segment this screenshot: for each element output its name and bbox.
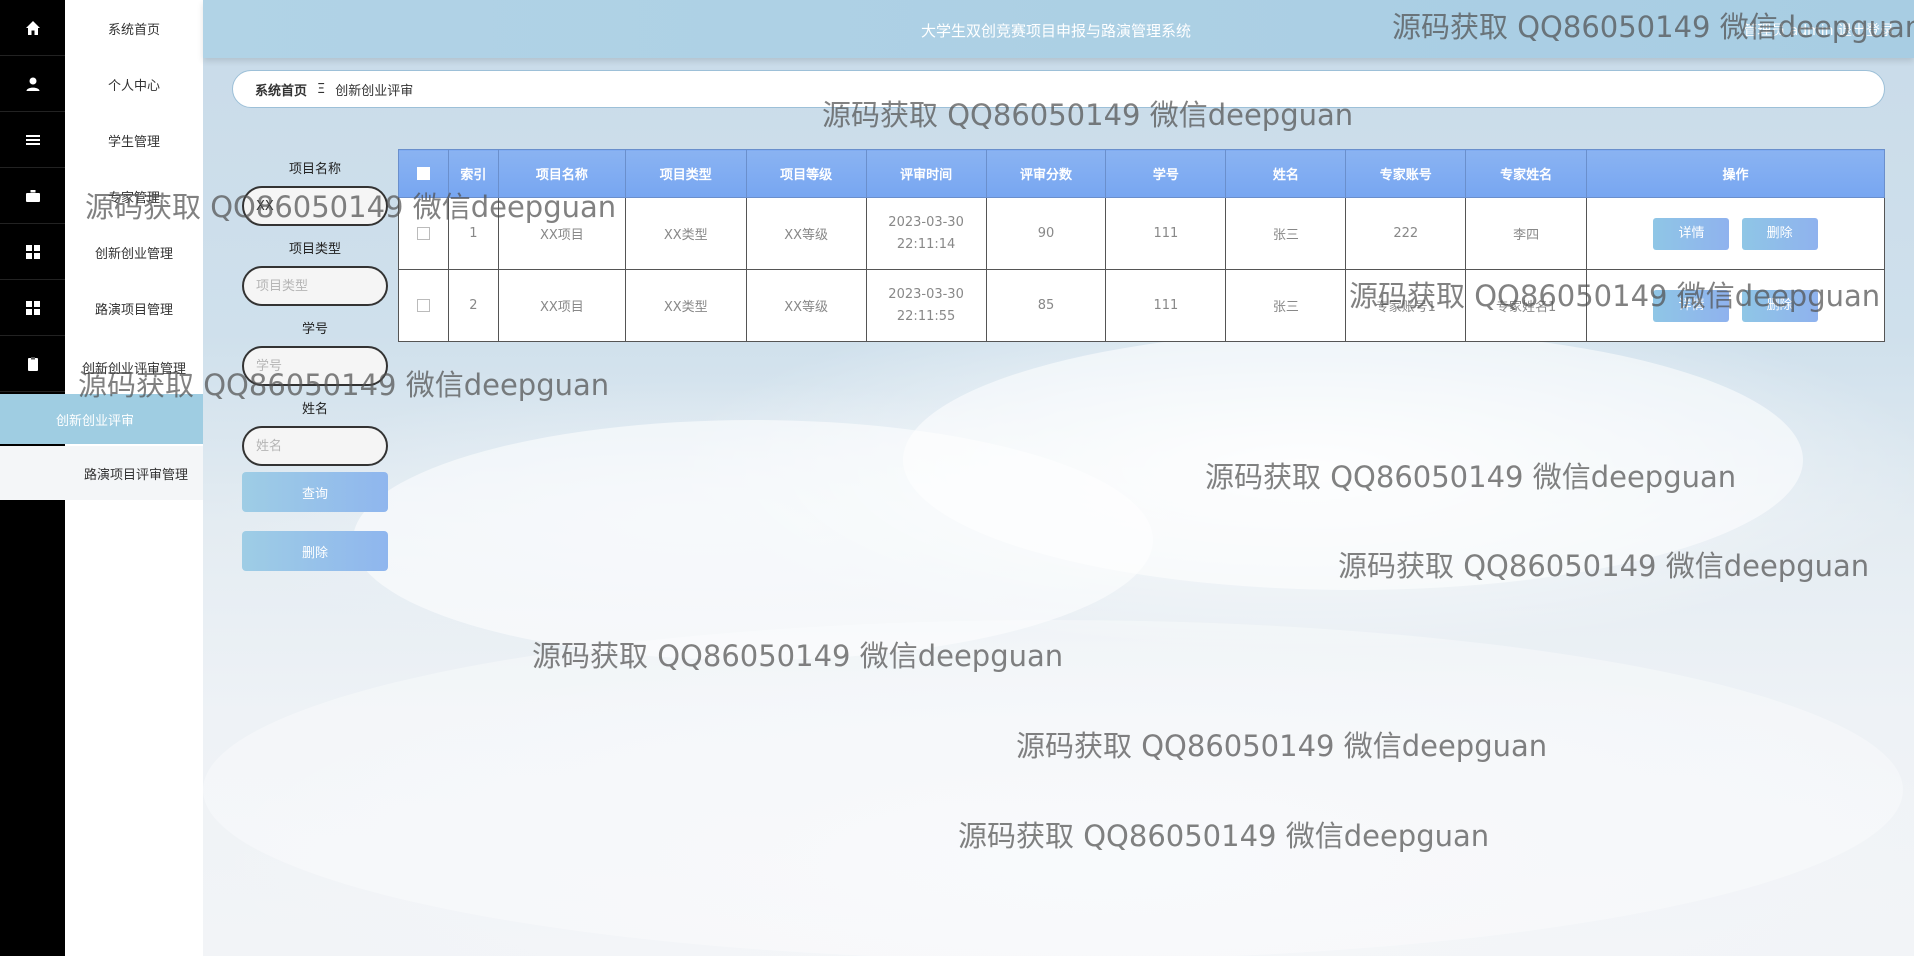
index-cell: 2 (447, 269, 499, 342)
select-all-cell[interactable] (398, 149, 449, 198)
project-type-cell: XX类型 (624, 197, 747, 270)
sidebar-subitem-innovation-review[interactable]: 创新创业评审 (0, 394, 203, 444)
clipboard-icon[interactable] (0, 336, 65, 392)
sidebar-item-innovation-review[interactable]: 创新创业评审管理 (65, 339, 203, 395)
project-name-input[interactable] (242, 186, 388, 226)
expert-account-cell: 222 (1345, 197, 1467, 270)
column-header: 项目等级 (745, 149, 867, 198)
column-header: 评审分数 (985, 149, 1107, 198)
row-select-cell[interactable] (398, 269, 449, 342)
expert-name-cell: 李四 (1465, 197, 1588, 270)
detail-button[interactable]: 详情 (1653, 217, 1730, 250)
review-score-cell: 90 (985, 197, 1107, 270)
project-type-input[interactable] (242, 266, 388, 306)
column-header: 学号 (1105, 149, 1227, 198)
student-name-input[interactable] (242, 426, 388, 466)
actions-cell: 详情 删除 (1586, 197, 1885, 270)
index-cell: 1 (447, 197, 499, 270)
column-header: 项目类型 (624, 149, 747, 198)
sidebar-subitem-roadshow-review[interactable]: 路演项目评审管理 (0, 446, 203, 500)
row-checkbox[interactable] (416, 299, 430, 312)
review-table: 索引 项目名称 项目类型 项目等级 评审时间 评审分数 学号 姓名 专家账号 专… (398, 149, 1885, 342)
sidebar-item-innovation[interactable]: 创新创业管理 (65, 224, 203, 280)
review-score-cell: 85 (985, 269, 1107, 342)
expert-account-cell: 专家账号1 (1345, 269, 1467, 342)
batch-delete-button[interactable]: 删除 (242, 531, 388, 571)
detail-button[interactable]: 详情 (1653, 289, 1730, 322)
background-snow-scene (203, 0, 1914, 956)
table-row: 2 XX项目 XX类型 XX等级 2023-03-30 22:11:55 85 … (398, 269, 1885, 342)
app-title: 大学生双创竞赛项目申报与路演管理系统 (921, 22, 1192, 40)
column-header: 专家账号 (1345, 149, 1467, 198)
review-time-cell: 2023-03-30 22:11:14 (865, 197, 987, 270)
delete-button[interactable]: 删除 (1741, 217, 1818, 250)
user-icon[interactable] (0, 56, 65, 112)
list-icon[interactable] (0, 112, 65, 168)
select-all-checkbox[interactable] (416, 167, 430, 180)
project-type-cell: XX类型 (624, 269, 747, 342)
student-name-cell: 张三 (1225, 197, 1347, 270)
expert-name-cell: 专家姓名1 (1465, 269, 1588, 342)
breadcrumb-separator: Ξ (317, 81, 326, 97)
project-name-label: 项目名称 (288, 162, 341, 177)
sidebar-item-experts[interactable]: 专家管理 (65, 168, 203, 224)
grid-icon[interactable] (0, 280, 65, 336)
project-name-cell: XX项目 (497, 197, 626, 270)
student-id-label: 学号 (301, 322, 328, 337)
row-checkbox[interactable] (416, 227, 430, 240)
project-type-label: 项目类型 (288, 242, 341, 257)
column-header: 评审时间 (865, 149, 987, 198)
row-select-cell[interactable] (398, 197, 449, 270)
column-header: 操作 (1586, 149, 1885, 198)
top-header: 大学生双创竞赛项目申报与路演管理系统 管理员 admin 退出登录 (203, 0, 1914, 58)
delete-button[interactable]: 删除 (1741, 289, 1818, 322)
review-time-cell: 2023-03-30 22:11:55 (865, 269, 987, 342)
table-header-row: 索引 项目名称 项目类型 项目等级 评审时间 评审分数 学号 姓名 专家账号 专… (398, 149, 1885, 198)
column-header: 专家姓名 (1465, 149, 1588, 198)
breadcrumb-home[interactable]: 系统首页 (255, 80, 307, 99)
sidebar-item-profile[interactable]: 个人中心 (65, 56, 203, 112)
sidebar-item-roadshow[interactable]: 路演项目管理 (65, 280, 203, 336)
column-header: 项目名称 (497, 149, 626, 198)
user-menu[interactable]: 管理员 admin 退出登录 (1743, 20, 1894, 40)
column-header: 索引 (447, 149, 499, 198)
sidebar-item-home[interactable]: 系统首页 (65, 0, 203, 56)
home-icon[interactable] (0, 0, 65, 56)
actions-cell: 详情 删除 (1586, 269, 1885, 342)
grid-icon[interactable] (0, 224, 65, 280)
breadcrumb: 系统首页 Ξ 创新创业评审 (232, 70, 1885, 108)
breadcrumb-current: 创新创业评审 (335, 83, 414, 99)
student-id-input[interactable] (242, 346, 388, 386)
student-id-cell: 111 (1105, 269, 1227, 342)
sidebar-item-students[interactable]: 学生管理 (65, 112, 203, 168)
student-id-cell: 111 (1105, 197, 1227, 270)
project-level-cell: XX等级 (745, 197, 867, 270)
student-name-label: 姓名 (301, 402, 328, 417)
table-row: 1 XX项目 XX类型 XX等级 2023-03-30 22:11:14 90 … (398, 197, 1885, 270)
query-button[interactable]: 查询 (242, 472, 388, 512)
briefcase-icon[interactable] (0, 168, 65, 224)
student-name-cell: 张三 (1225, 269, 1347, 342)
project-level-cell: XX等级 (745, 269, 867, 342)
column-header: 姓名 (1225, 149, 1347, 198)
project-name-cell: XX项目 (497, 269, 626, 342)
